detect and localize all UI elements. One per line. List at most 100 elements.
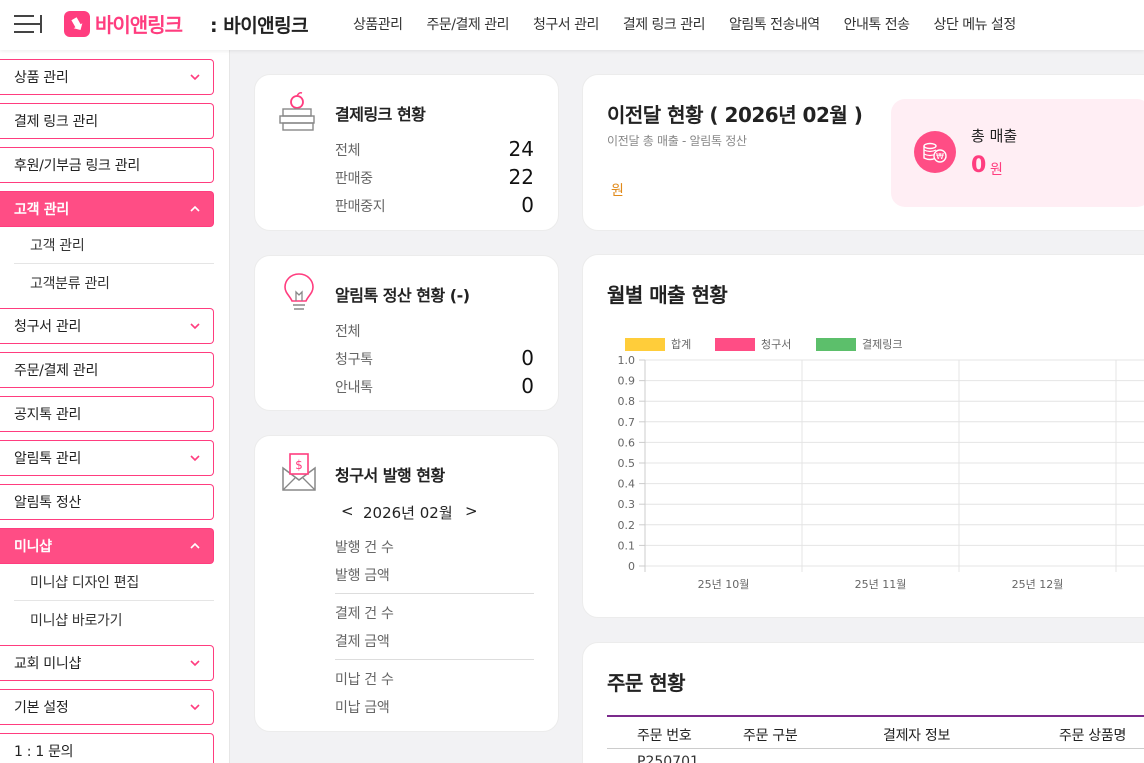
brand-logo[interactable]: 바이앤링크 [64, 9, 183, 38]
column-header-order-no[interactable]: 주문 번호 [637, 725, 692, 745]
nav-notice-send[interactable]: 안내톡 전송 [844, 14, 910, 34]
y-tick-label: 0.9 [618, 375, 636, 388]
sidebar-subitem-customer-manage[interactable]: 고객 관리 [14, 227, 214, 264]
chevron-up-icon [190, 542, 200, 549]
sidebar-item-notice-talk[interactable]: 공지톡 관리 [0, 396, 214, 432]
sidebar-item-alimtalk[interactable]: 알림톡 관리 [0, 440, 214, 476]
legend-label: 합계 [671, 338, 691, 351]
row-value-notice-talk: 0 [521, 374, 534, 398]
invoice-envelope-icon: $ [282, 453, 316, 491]
sidebar-item-invoice[interactable]: 청구서 관리 [0, 308, 214, 344]
total-sales-value: 0 [971, 153, 987, 178]
row-label-total: 전체 [335, 143, 361, 159]
top-header: 바이앤링크 : 바이앤링크 상품관리 주문/결제 관리 청구서 관리 결제 링크… [0, 0, 1144, 50]
next-month-button[interactable]: > [465, 502, 478, 520]
y-tick-label: 0.1 [618, 539, 636, 552]
sidebar-item-label: 알림톡 관리 [14, 451, 82, 467]
sidebar-item-donation-link[interactable]: 후원/기부금 링크 관리 [0, 147, 214, 183]
y-tick-label: 0.3 [618, 498, 636, 511]
total-sales-label: 총 매출 [971, 127, 1018, 145]
row-label-unpaid-count: 미납 건 수 [335, 672, 394, 688]
nav-invoice[interactable]: 청구서 관리 [533, 14, 599, 34]
column-header-product-name[interactable]: 주문 상품명 [1059, 725, 1126, 745]
sidebar-item-basic-settings[interactable]: 기본 설정 [0, 689, 214, 725]
nav-order-payment[interactable]: 주문/결제 관리 [427, 14, 510, 34]
card-title: 알림톡 정산 현황 (-) [335, 286, 470, 305]
row-label-notice-talk: 안내톡 [335, 380, 373, 396]
sidebar-item-minishop[interactable]: 미니샵 [0, 528, 214, 564]
nav-alimtalk-history[interactable]: 알림톡 전송내역 [729, 14, 820, 34]
sidebar-subitem-label: 미니샵 바로가기 [30, 612, 123, 629]
sidebar-item-product[interactable]: 상품 관리 [0, 59, 214, 95]
sidebar-item-label: 알림톡 정산 [14, 495, 82, 511]
sidebar-item-label: 후원/기부금 링크 관리 [14, 158, 140, 174]
y-tick-label: 0.7 [618, 416, 636, 429]
order-status-title: 주문 현황 [607, 671, 686, 695]
x-tick-label: 25년 11월 [855, 578, 907, 591]
legend-label: 청구서 [761, 338, 791, 351]
divider [335, 659, 534, 660]
total-sales-unit: 원 [990, 162, 1003, 178]
sidebar-item-inquiry[interactable]: 1 : 1 문의 [0, 733, 214, 763]
order-row-no[interactable]: P250701 [637, 754, 699, 763]
top-nav: 상품관리 주문/결제 관리 청구서 관리 결제 링크 관리 알림톡 전송내역 안… [353, 14, 1040, 34]
nav-product[interactable]: 상품관리 [353, 14, 403, 34]
sidebar-item-label: 주문/결제 관리 [14, 363, 99, 379]
nav-payment-link[interactable]: 결제 링크 관리 [623, 14, 706, 34]
logo-mark-icon [64, 10, 90, 37]
sidebar-subitem-minishop-shortcut[interactable]: 미니샵 바로가기 [14, 601, 214, 638]
total-sales-box: ₩ 총 매출 0 원 [891, 99, 1144, 207]
prev-month-card: 이전달 현황 ( 2026년 02월 ) 이전달 총 매출 - 알림톡 정산 원… [582, 74, 1144, 231]
chevron-down-icon [190, 704, 200, 711]
row-label-selling: 판매중 [335, 171, 373, 187]
sidebar: 상품 관리 결제 링크 관리 후원/기부금 링크 관리 고객 관리 고객 관리 … [0, 50, 230, 763]
sidebar-subitem-customer-category[interactable]: 고객분류 관리 [14, 264, 214, 301]
sidebar-item-label: 1 : 1 문의 [14, 744, 74, 760]
sidebar-item-payment-link[interactable]: 결제 링크 관리 [0, 103, 214, 139]
row-value-selling: 22 [508, 165, 534, 189]
row-label-issue-count: 발행 건 수 [335, 540, 394, 556]
y-tick-label: 0.5 [618, 457, 636, 470]
sidebar-subitem-label: 고객 관리 [30, 238, 85, 254]
column-header-payer-info[interactable]: 결제자 정보 [883, 725, 950, 745]
y-tick-label: 0.4 [618, 478, 636, 491]
invoice-issue-card: $ 청구서 발행 현황 < 2026년 02월 > 발행 건 수 발행 금액 결… [254, 435, 559, 732]
legend-swatch [816, 338, 856, 351]
order-status-card: 주문 현황 주문 번호 주문 구분 결제자 정보 주문 상품명 P250701 [582, 642, 1144, 763]
alimtalk-settlement-card: 알림톡 정산 현황 (-) 전체 청구톡 0 안내톡 0 [254, 255, 559, 411]
legend-swatch [625, 338, 665, 351]
lightbulb-icon [284, 273, 314, 310]
sidebar-item-label: 교회 미니샵 [14, 656, 82, 672]
column-header-order-type[interactable]: 주문 구분 [743, 725, 798, 745]
y-tick-label: 0 [628, 560, 635, 573]
y-tick-label: 0.8 [618, 395, 636, 408]
row-label-unpaid-amount: 미납 금액 [335, 700, 390, 716]
monthly-sales-chart: 합계 청구서 결제링크 1.0 0.9 0.8 0.7 0.6 0.5 0.4 0.3 0.2 0.1 0… [618, 338, 1144, 591]
svg-text:$: $ [295, 458, 303, 472]
row-label-payment-amount: 결제 금액 [335, 634, 390, 650]
y-tick-label: 0.2 [618, 519, 636, 532]
prev-month-button[interactable]: < [341, 502, 354, 520]
row-label-invoice-talk: 청구톡 [335, 352, 373, 368]
sidebar-item-label: 미니샵 [14, 539, 52, 555]
books-apple-icon [279, 92, 315, 131]
chevron-down-icon [190, 455, 200, 462]
x-tick-label: 25년 12월 [1012, 578, 1064, 591]
chevron-down-icon [190, 660, 200, 667]
sidebar-item-customer[interactable]: 고객 관리 [0, 191, 214, 227]
sidebar-item-order-payment[interactable]: 주문/결제 관리 [0, 352, 214, 388]
chevron-down-icon [190, 323, 200, 330]
y-tick-label: 0.6 [618, 436, 636, 449]
menu-toggle-icon[interactable] [10, 10, 42, 38]
monthly-sales-card: 월별 매출 현황 합계 청구서 결제링크 1.0 0.9 0.8 0.7 0.6 0.5 0.4 0… [582, 254, 1144, 618]
sidebar-subitem-label: 미니샵 디자인 편집 [30, 575, 139, 591]
legend-swatch [715, 338, 755, 351]
sidebar-item-label: 고객 관리 [14, 202, 69, 218]
prev-month-desc: 이전달 총 매출 - 알림톡 정산 [607, 134, 747, 148]
nav-top-menu-setting[interactable]: 상단 메뉴 설정 [934, 14, 1017, 34]
sidebar-item-label: 청구서 관리 [14, 319, 82, 335]
sidebar-subitem-minishop-design[interactable]: 미니샵 디자인 편집 [14, 564, 214, 601]
sidebar-item-alimtalk-settlement[interactable]: 알림톡 정산 [0, 484, 214, 520]
legend-label: 결제링크 [862, 338, 902, 351]
sidebar-item-church-minishop[interactable]: 교회 미니샵 [0, 645, 214, 681]
